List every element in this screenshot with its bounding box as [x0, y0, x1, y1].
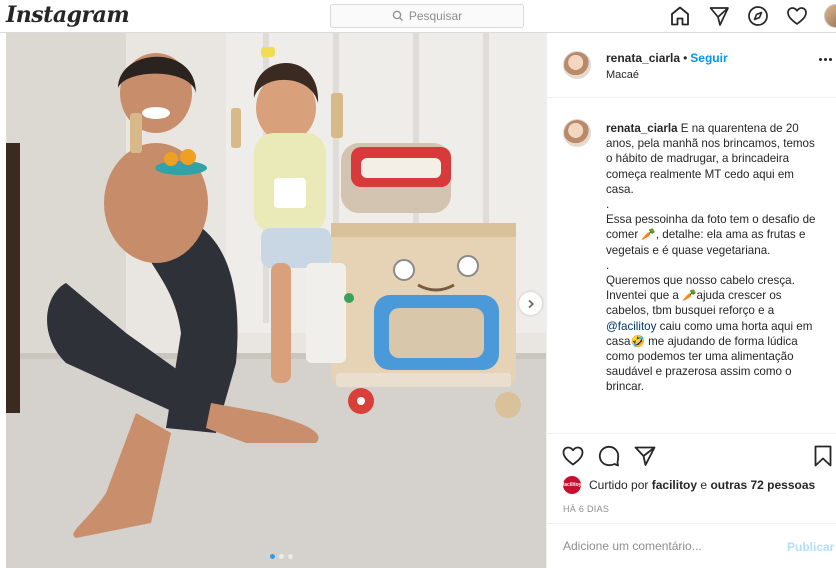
caption-paragraph: renata_ciarla E na quarentena de 20 anos…	[606, 121, 816, 197]
carousel-indicators	[270, 554, 297, 559]
post-photo[interactable]	[6, 33, 546, 568]
caption-paragraph: Queremos que nosso cabelo cresça. Invent…	[606, 273, 816, 395]
caption-username[interactable]: renata_ciarla	[606, 122, 678, 135]
header-user-line: renata_ciarla • Seguir	[606, 51, 728, 65]
carousel-dot	[270, 554, 275, 559]
liker-username[interactable]: facilitoy	[652, 478, 697, 492]
caption-paragraph: Essa pessoinha da foto tem o desafio de …	[606, 213, 816, 257]
post-header: renata_ciarla • Seguir Macaé	[547, 33, 836, 98]
comment-input[interactable]	[563, 536, 773, 556]
share-icon[interactable]	[633, 444, 657, 468]
comment-bubble-icon[interactable]	[597, 444, 621, 468]
caption-paragraph: .	[606, 198, 610, 212]
top-navigation-bar: Instagram Pesquisar	[0, 0, 836, 33]
add-comment-section: Publicar	[547, 523, 836, 568]
instagram-logo[interactable]: Instagram	[6, 2, 130, 28]
liker-avatar[interactable]: facilitoy	[563, 476, 581, 494]
caption-author-avatar[interactable]	[563, 119, 591, 147]
caption-paragraph: .	[606, 258, 610, 272]
post-location[interactable]: Macaé	[606, 69, 639, 81]
follow-button[interactable]: Seguir	[690, 51, 727, 65]
post-actions	[547, 433, 836, 473]
like-heart-icon[interactable]	[561, 444, 585, 468]
carousel-next-button[interactable]	[519, 292, 542, 315]
post-date[interactable]: HÁ 6 DIAS	[563, 504, 609, 514]
profile-avatar[interactable]	[822, 2, 836, 30]
photo-illustration	[6, 33, 546, 568]
publish-button[interactable]: Publicar	[787, 540, 834, 554]
direct-icon[interactable]	[705, 2, 733, 30]
nav-icons	[666, 2, 836, 30]
search-box[interactable]: Pesquisar	[330, 4, 524, 28]
liked-by-prefix: Curtido por	[589, 478, 649, 492]
liked-by: facilitoy Curtido por facilitoy e outras…	[563, 476, 815, 494]
bookmark-icon[interactable]	[811, 444, 835, 468]
explore-icon[interactable]	[744, 2, 772, 30]
avatar	[824, 4, 836, 28]
post-side-panel: renata_ciarla • Seguir Macaé renata_ciarla…	[546, 33, 836, 568]
more-options-icon[interactable]	[819, 58, 834, 61]
other-likes-link[interactable]: outras 72 pessoas	[710, 478, 815, 492]
separator-dot: •	[683, 51, 688, 65]
carousel-dot	[279, 554, 284, 559]
post-caption: renata_ciarla E na quarentena de 20 anos…	[606, 121, 816, 395]
author-avatar[interactable]	[563, 51, 591, 79]
chevron-right-icon	[527, 299, 534, 308]
liked-by-conjunction: e	[700, 478, 708, 492]
mention-link[interactable]: @facilitoy	[606, 320, 656, 333]
caption-text: Queremos que nosso cabelo cresça. Invent…	[606, 274, 795, 318]
carousel-dot	[288, 554, 293, 559]
home-icon[interactable]	[666, 2, 694, 30]
activity-heart-icon[interactable]	[783, 2, 811, 30]
author-username[interactable]: renata_ciarla	[606, 51, 680, 65]
search-placeholder: Pesquisar	[408, 9, 463, 23]
search-icon	[392, 10, 404, 22]
